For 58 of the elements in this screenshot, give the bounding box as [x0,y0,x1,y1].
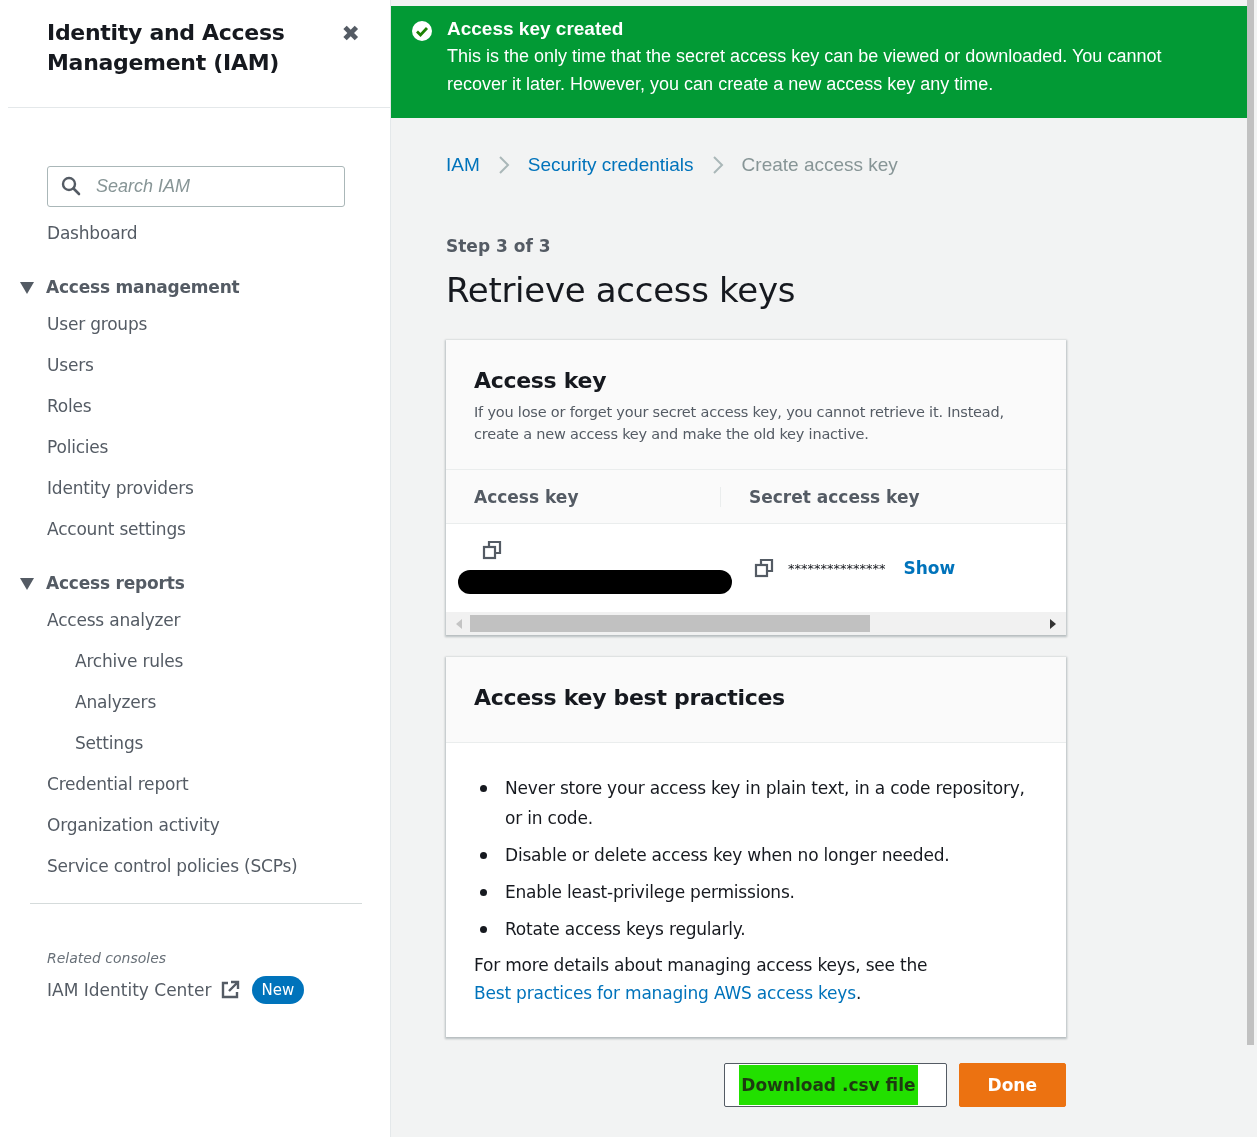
breadcrumb-link[interactable]: Security credentials [527,154,694,176]
sidebar-item[interactable]: Settings [0,723,390,764]
card-title: Access key [474,368,608,393]
bullet-text: Disable or delete access key when no longer needed. [505,844,950,867]
column-header: Access key [446,486,721,507]
close-button[interactable]: ✖ [341,18,360,48]
section-toggle[interactable]: Access management [0,270,390,304]
bullet-icon [480,785,487,792]
details-text: For more details about managing access keys, see the Best practices for managing AWS access keys. [474,954,929,1005]
section-toggle[interactable]: Access reports [0,566,390,600]
search-field[interactable]: Search IAM [47,166,345,207]
sidebar-item[interactable]: Dashboard [0,213,390,254]
sidebar-item[interactable]: Policies [0,427,390,468]
new-badge: New [251,976,305,1004]
card-description: If you lose or forget your secret access key, you cannot retrieve it. Instead, create a new access key and make the old key inactive. [474,403,1005,444]
chevron-icon [711,156,724,174]
sidebar-item[interactable]: Service control policies (SCPs) [0,846,390,887]
bullet-icon [480,889,487,896]
sidebar-item[interactable]: Identity providers [0,468,390,509]
vertical-scrollbar[interactable] [1247,0,1254,1045]
sidebar-title: Identity and Access Management (IAM) [47,19,286,77]
sidebar-item[interactable]: Roles [0,386,390,427]
secret-key-mask: *************** [788,560,886,576]
check-icon [411,20,433,42]
horizontal-scrollbar[interactable] [446,612,1066,635]
sidebar-item[interactable]: Analyzers [0,682,390,723]
step-label: Step 3 of 3 [446,236,552,256]
chevron-icon [497,156,510,174]
copy-icon[interactable] [754,558,774,578]
related-heading: Related consoles [47,950,168,966]
sidebar-item[interactable]: Organization activity [0,805,390,846]
caret-icon [20,282,34,294]
sidebar-item[interactable]: Credential report [0,764,390,805]
breadcrumb-current: Create access key [741,154,898,176]
sidebar-item[interactable]: Users [0,345,390,386]
scroll-right-icon[interactable] [1048,618,1056,629]
bullet-icon [480,852,487,859]
external-link-icon [219,980,240,1000]
bullet-text: Enable least-privilege permissions. [505,881,795,904]
column-header: Secret access key [748,486,920,507]
bullet-icon [480,926,487,933]
caret-icon [20,578,34,590]
sidebar-item[interactable]: Archive rules [0,641,390,682]
copy-icon[interactable] [482,540,502,560]
sidebar-item[interactable]: Account settings [0,509,390,550]
card-title: Access key best practices [474,685,786,710]
download-button[interactable]: Download .csv file [724,1063,947,1107]
sidebar-item[interactable]: Access analyzer [0,600,390,641]
breadcrumb-link[interactable]: IAM [446,154,480,176]
banner-title: Access key created [447,18,625,40]
sidebar-item[interactable]: User groups [0,304,390,345]
banner-message: This is the only time that the secret access key can be viewed or downloaded. You cannot recover it later. However, you can create a new access key any time. [447,45,1163,96]
related-link[interactable]: IAM Identity Center [47,980,212,1000]
bullet-text: Never store your access key in plain text, in a code repository, or in code. [505,777,1026,830]
show-link[interactable]: Show [903,558,956,578]
bullet-text: Rotate access keys regularly. [505,918,746,941]
page-title: Retrieve access keys [446,270,797,310]
best-practices-link[interactable]: Best practices for managing AWS access keys [474,983,856,1003]
